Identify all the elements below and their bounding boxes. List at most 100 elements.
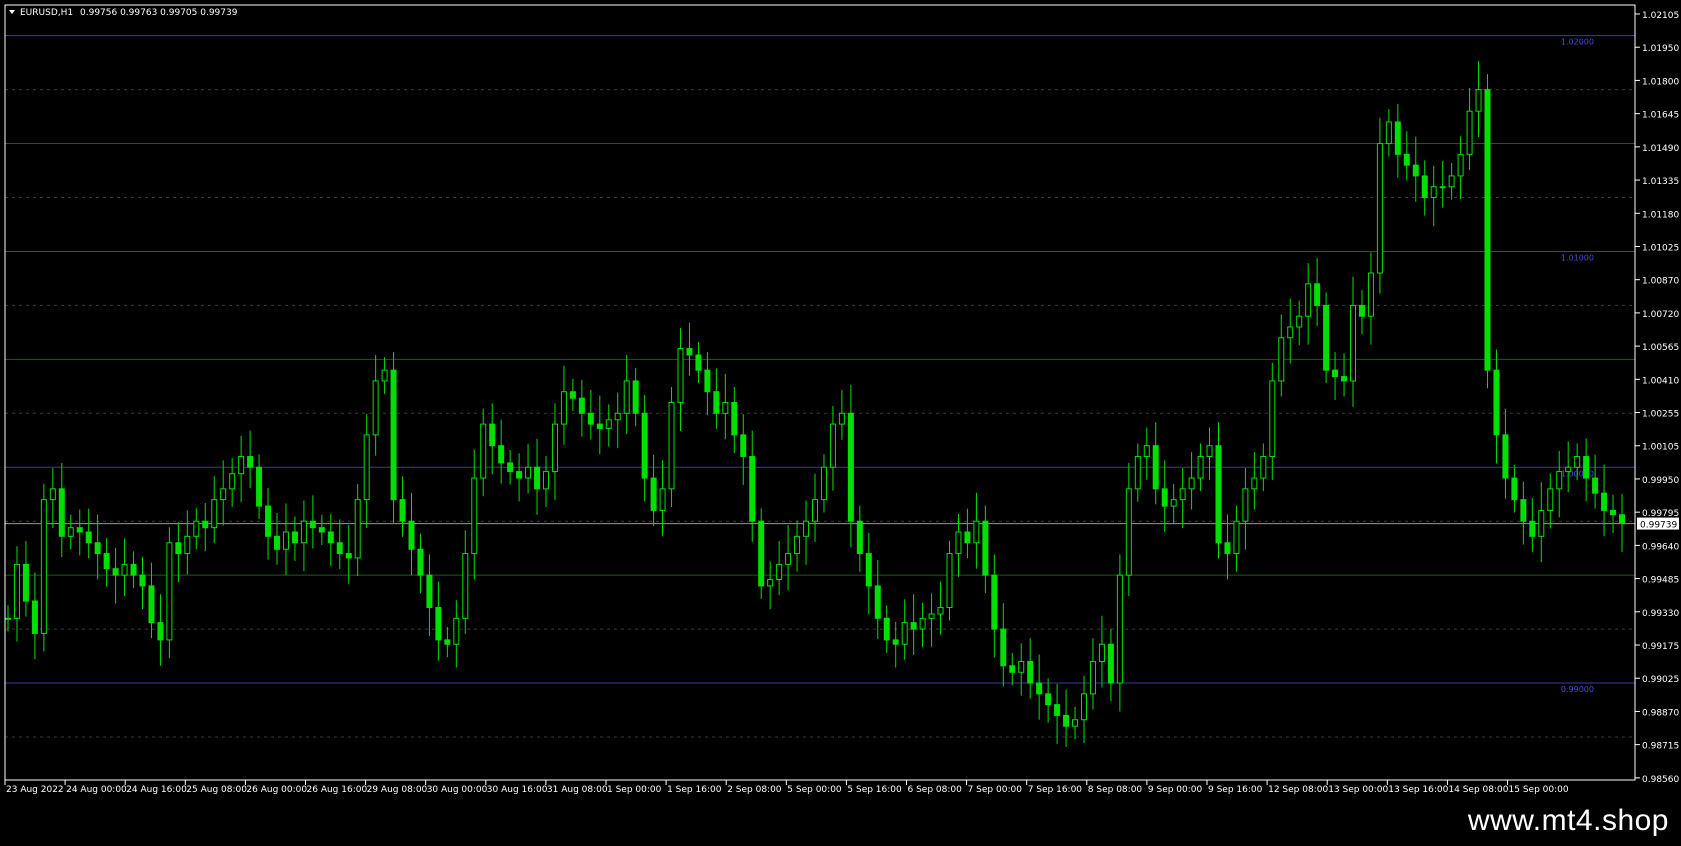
price-tick-label: 0.98715	[1642, 742, 1679, 752]
candle-body	[1466, 110, 1473, 155]
candle-body	[1269, 380, 1276, 457]
candle-body	[282, 531, 289, 550]
time-tick-label: 31 Aug 08:00	[547, 785, 608, 795]
candle-body	[1556, 471, 1563, 490]
price-chart[interactable]: 1.020001.010001.000000.99000 0.997391.02…	[0, 0, 1681, 800]
candle-body	[462, 553, 469, 619]
time-tick-label: 9 Sep 16:00	[1208, 785, 1263, 795]
candle-body	[166, 542, 173, 641]
candle-body	[713, 391, 720, 414]
candle-body	[668, 402, 675, 490]
candle-body	[184, 535, 191, 555]
candle-body	[1215, 445, 1222, 544]
candle-body	[435, 607, 442, 641]
candle-body	[1430, 186, 1437, 199]
candle-body	[1278, 337, 1285, 382]
time-tick-label: 23 Aug 2022	[6, 785, 64, 795]
candle-body	[202, 520, 209, 529]
candle-body	[767, 578, 774, 587]
candle-body	[901, 622, 908, 645]
candle-body	[327, 531, 334, 544]
candle-body	[76, 527, 83, 533]
price-tick-label: 0.99175	[1642, 642, 1679, 652]
candle-body	[1170, 499, 1177, 507]
time-tick-label: 13 Sep 16:00	[1388, 785, 1448, 795]
candle-body	[740, 434, 747, 457]
candle-body	[686, 348, 693, 356]
candle-body	[1610, 509, 1617, 516]
candle-body	[1385, 121, 1392, 145]
time-tick-label: 26 Aug 16:00	[307, 785, 368, 795]
candle-body	[1529, 520, 1536, 537]
candle-body	[1314, 283, 1321, 306]
candle-body	[1081, 693, 1087, 721]
candle-body	[5, 617, 11, 620]
candle-body	[820, 466, 827, 501]
candle-body	[238, 455, 245, 475]
price-tick-label: 1.02105	[1642, 11, 1679, 21]
candle-body	[856, 520, 863, 555]
level-label: 1.02000	[1561, 38, 1594, 47]
price-tick-label: 0.99025	[1642, 675, 1679, 685]
candle-body	[67, 527, 74, 537]
candle-body	[148, 585, 155, 624]
candle-body	[1502, 434, 1509, 479]
candle-body	[1089, 660, 1096, 695]
level-label: 1.01000	[1561, 253, 1594, 262]
candle-body	[40, 499, 47, 634]
watermark-text: www.mt4.shop	[1467, 804, 1669, 837]
candle-body	[1063, 714, 1070, 727]
price-tick-label: 1.01180	[1642, 210, 1679, 220]
candle-body	[1547, 488, 1554, 511]
time-tick-label: 14 Sep 08:00	[1448, 785, 1508, 795]
candle-body	[543, 471, 549, 490]
time-tick-label: 25 Aug 08:00	[186, 785, 247, 795]
candle-body	[1358, 304, 1365, 317]
candle-body	[157, 622, 164, 641]
candle-body	[22, 563, 29, 602]
candle-body	[1457, 153, 1464, 177]
candle-body	[659, 488, 666, 511]
candle-body	[444, 639, 451, 645]
candle-body	[1323, 304, 1330, 371]
candle-body	[1161, 488, 1168, 507]
candle-body	[390, 369, 397, 501]
time-tick-label: 15 Sep 00:00	[1509, 785, 1569, 795]
candle-body	[892, 639, 899, 645]
candle-body	[605, 419, 612, 429]
candle-body	[345, 553, 352, 559]
candle-body	[1134, 455, 1141, 490]
price-tick-label: 1.00410	[1642, 376, 1679, 386]
candle-body	[525, 466, 532, 479]
candle-body	[265, 505, 272, 537]
time-tick-label: 13 Sep 00:00	[1328, 785, 1388, 795]
candle-body	[1116, 574, 1123, 684]
candle-body	[1583, 455, 1590, 479]
candle-body	[507, 462, 514, 473]
price-tick-label: 0.99950	[1642, 476, 1679, 486]
candle-body	[1601, 492, 1608, 511]
candle-body	[551, 423, 558, 473]
candle-body	[910, 622, 917, 630]
chart-header[interactable]: EURUSD,H1 0.99756 0.99763 0.99705 0.9973…	[9, 8, 238, 18]
candle-body	[650, 477, 657, 511]
price-tick-label: 1.01645	[1642, 111, 1679, 121]
price-tick-label: 1.00105	[1642, 443, 1679, 453]
candle-body	[1565, 466, 1572, 473]
candle-body	[1574, 455, 1581, 468]
price-tick-label: 1.01025	[1642, 243, 1679, 253]
candle-body	[1484, 89, 1491, 371]
price-tick-label: 1.00720	[1642, 310, 1679, 320]
candle-body	[641, 412, 648, 479]
candle-body	[803, 520, 810, 537]
candle-body	[937, 607, 944, 615]
candle-body	[1242, 488, 1249, 522]
candle-body	[31, 600, 38, 634]
candle-body	[94, 542, 101, 555]
price-tick-label: 1.01950	[1642, 44, 1679, 54]
candle-body	[274, 535, 280, 550]
chart-window[interactable]: 1.020001.010001.000000.99000 0.997391.02…	[0, 0, 1681, 800]
ohlc-label: 0.99756 0.99763 0.99705 0.99739	[80, 8, 238, 18]
candle-body	[794, 535, 801, 555]
candle-body	[964, 531, 971, 544]
